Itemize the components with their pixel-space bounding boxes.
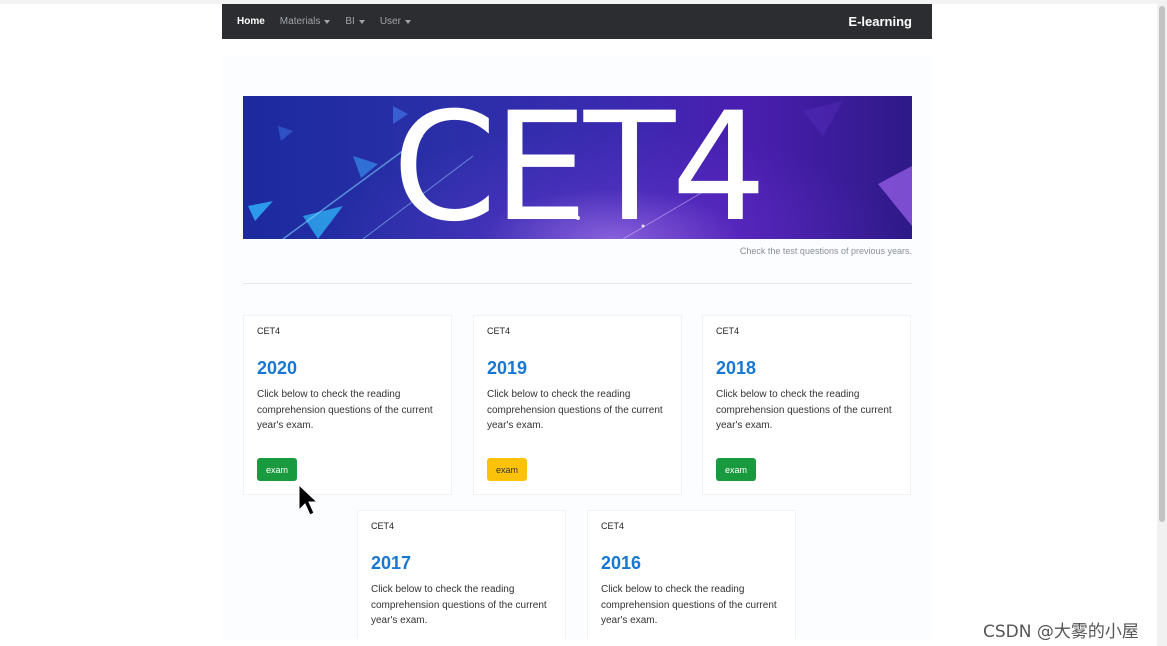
nav-home-label: Home xyxy=(237,16,265,27)
card-category: CET4 xyxy=(716,326,740,336)
card-description: Click below to check the reading compreh… xyxy=(371,584,547,626)
card-description: Click below to check the reading compreh… xyxy=(487,389,663,431)
card-year[interactable]: 2020 xyxy=(257,358,297,379)
card-category: CET4 xyxy=(257,326,281,336)
nav-bi-label: BI xyxy=(345,16,355,27)
card-description: Click below to check the reading compreh… xyxy=(716,389,892,431)
scrollbar-thumb[interactable] xyxy=(1159,6,1165,522)
nav-bi-dropdown[interactable]: BI xyxy=(345,16,365,27)
exam-button-2018[interactable]: exam xyxy=(716,458,756,481)
cet4-banner-image: CET4 xyxy=(243,96,912,239)
card-category: CET4 xyxy=(487,326,511,336)
exam-card-2020: CET4 2020 Click below to check the readi… xyxy=(243,315,452,495)
caret-down-icon xyxy=(324,19,331,24)
exam-card-2017: CET4 2017 Click below to check the readi… xyxy=(357,510,566,640)
card-year[interactable]: 2016 xyxy=(601,553,641,574)
banner-title: CET4 xyxy=(392,96,767,239)
mouse-pointer-icon xyxy=(298,484,318,516)
card-year[interactable]: 2018 xyxy=(716,358,756,379)
caret-down-icon xyxy=(404,19,411,24)
top-navbar: Home Materials BI User E-learning xyxy=(222,4,932,39)
exam-button-2019[interactable]: exam xyxy=(487,458,527,481)
exam-button-2020[interactable]: exam xyxy=(257,458,297,481)
csdn-watermark: CSDN @大雾的小屋 xyxy=(980,617,1142,642)
nav-materials-dropdown[interactable]: Materials xyxy=(280,16,331,27)
nav-user-label: User xyxy=(379,16,401,27)
page-scrollbar[interactable] xyxy=(1157,0,1167,646)
nav-materials-label: Materials xyxy=(279,16,321,27)
card-category: CET4 xyxy=(371,521,395,531)
main-container: CET4 Check the test questions of previou… xyxy=(222,55,932,640)
card-description: Click below to check the reading compreh… xyxy=(257,389,433,431)
brand-link[interactable]: E-learning xyxy=(848,14,912,29)
card-description: Click below to check the reading compreh… xyxy=(601,584,777,626)
exam-card-2016: CET4 2016 Click below to check the readi… xyxy=(587,510,796,640)
nav-links: Home Materials BI User xyxy=(237,16,411,27)
card-category: CET4 xyxy=(601,521,625,531)
nav-home[interactable]: Home xyxy=(237,16,265,27)
exam-card-2019: CET4 2019 Click below to check the readi… xyxy=(473,315,682,495)
section-divider xyxy=(243,283,912,284)
banner-caption: Check the test questions of previous yea… xyxy=(739,246,912,256)
card-year[interactable]: 2019 xyxy=(487,358,527,379)
caret-down-icon xyxy=(358,19,365,24)
exam-card-2018: CET4 2018 Click below to check the readi… xyxy=(702,315,911,495)
card-year[interactable]: 2017 xyxy=(371,553,411,574)
nav-user-dropdown[interactable]: User xyxy=(380,16,411,27)
